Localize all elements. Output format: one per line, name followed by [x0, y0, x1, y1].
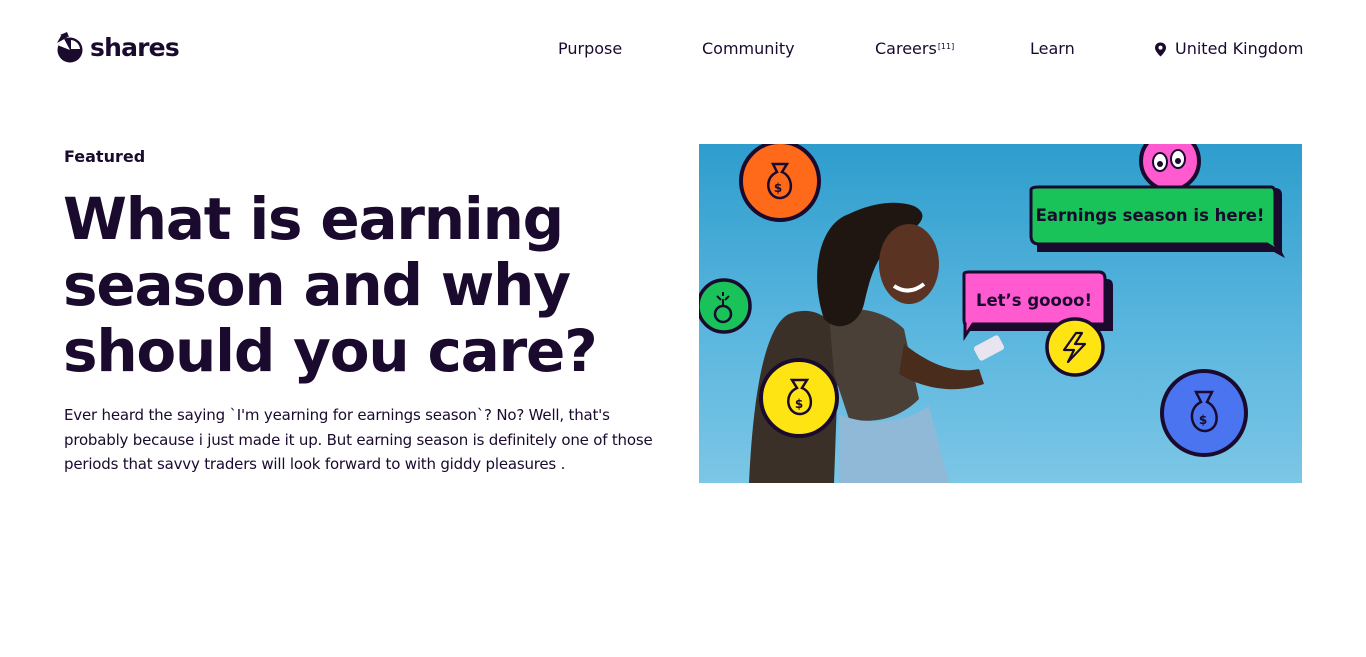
region-selector[interactable]: United Kingdom [1154, 38, 1303, 60]
svg-text:$: $ [795, 397, 803, 411]
article-excerpt: Ever heard the saying `I'm yearning for … [64, 406, 653, 473]
bomb-coin-green-icon [699, 278, 752, 334]
money-bag-coin-yellow-icon: $ [759, 358, 839, 438]
region-label: United Kingdom [1175, 39, 1304, 58]
main-nav: Purpose Community Careers[11] Learn Unit… [0, 38, 1366, 62]
money-bag-coin-blue-icon: $ [1160, 369, 1248, 457]
bubble-lets-go-text: Let’s goooo! [976, 291, 1092, 310]
nav-item-careers-label: Careers [875, 39, 937, 58]
featured-label: Featured [64, 147, 146, 166]
money-bag-coin-orange-icon: $ [739, 144, 821, 222]
hero-image[interactable]: $ Earnings season is here! Let’s goooo! [699, 144, 1302, 483]
nav-item-purpose[interactable]: Purpose [558, 38, 622, 60]
eyes-coin-pink-icon [1139, 144, 1201, 192]
article-title[interactable]: What is earning season and why should yo… [63, 186, 653, 384]
lightning-coin-yellow-icon [1045, 317, 1105, 377]
careers-count-badge: [11] [937, 42, 955, 51]
person-illustration [749, 202, 1005, 483]
svg-text:$: $ [774, 181, 782, 195]
location-pin-icon [1155, 42, 1166, 56]
speech-bubble-earnings: Earnings season is here! [1029, 185, 1285, 258]
bubble-earnings-text: Earnings season is here! [1036, 206, 1265, 225]
site-header: shares Purpose Community Careers[11] Lea… [0, 0, 1366, 98]
nav-item-community[interactable]: Community [702, 38, 795, 60]
nav-item-learn[interactable]: Learn [1030, 38, 1075, 60]
nav-item-careers[interactable]: Careers[11] [875, 38, 954, 60]
svg-text:$: $ [1199, 413, 1207, 427]
